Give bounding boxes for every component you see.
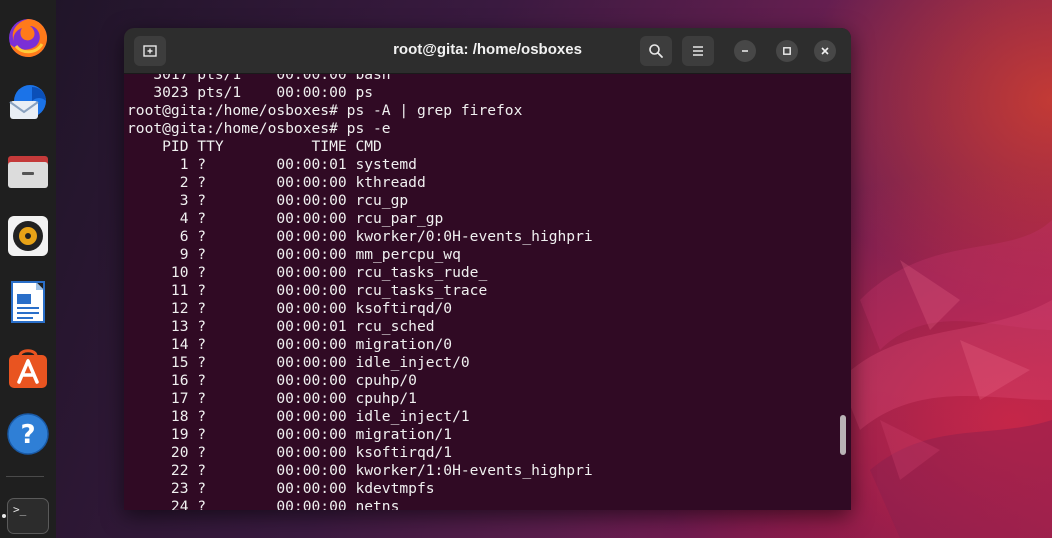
search-button[interactable]: [640, 36, 672, 66]
terminal-line: 12 ? 00:00:00 ksoftirqd/0: [127, 300, 453, 317]
terminal-line: 9 ? 00:00:00 mm_percpu_wq: [127, 246, 461, 263]
svg-text:?: ?: [20, 420, 35, 450]
files-icon: [8, 156, 48, 188]
terminal-line: 10 ? 00:00:00 rcu_tasks_rude_: [127, 264, 488, 281]
dock-item-rhythmbox[interactable]: [0, 208, 56, 264]
terminal-output: 3017 pts/1 00:00:00 bash 3023 pts/1 00:0…: [127, 74, 593, 510]
running-indicator: [2, 514, 6, 518]
ubuntu-software-icon: [9, 349, 47, 388]
terminal-line: 1 ? 00:00:01 systemd: [127, 156, 417, 173]
terminal-line: 20 ? 00:00:00 ksoftirqd/1: [127, 444, 453, 461]
rhythmbox-icon: [8, 216, 48, 256]
terminal-line: 22 ? 00:00:00 kworker/1:0H-events_highpr…: [127, 462, 593, 479]
minimize-icon: [742, 50, 748, 52]
close-icon: [821, 47, 829, 55]
hamburger-menu-icon: [693, 46, 703, 56]
terminal-line: 23 ? 00:00:00 kdevtmpfs: [127, 480, 435, 497]
new-tab-button[interactable]: [134, 36, 166, 66]
window-title: root@gita: /home/osboxes: [393, 41, 582, 58]
terminal-line: root@gita:/home/osboxes# ps -A | grep fi…: [127, 102, 523, 119]
scrollbar-thumb[interactable]: [840, 415, 846, 455]
terminal-line: 19 ? 00:00:00 migration/1: [127, 426, 453, 443]
dock-item-firefox[interactable]: [0, 10, 56, 66]
terminal-line: 18 ? 00:00:00 idle_inject/1: [127, 408, 470, 425]
terminal-icon: >_: [7, 498, 49, 534]
maximize-button[interactable]: [776, 40, 798, 62]
terminal-output-area[interactable]: 3017 pts/1 00:00:00 bash 3023 pts/1 00:0…: [124, 74, 851, 510]
dock-item-terminal[interactable]: >_: [0, 488, 56, 538]
search-icon: [649, 44, 663, 58]
terminal-line: 2 ? 00:00:00 kthreadd: [127, 174, 426, 191]
dock-item-libreoffice-writer[interactable]: [0, 274, 56, 330]
new-tab-icon: [143, 45, 157, 57]
terminal-line: PID TTY TIME CMD: [127, 138, 382, 155]
libreoffice-writer-icon: [11, 281, 45, 323]
terminal-line: root@gita:/home/osboxes# ps -e: [127, 120, 391, 137]
terminal-line: 13 ? 00:00:01 rcu_sched: [127, 318, 435, 335]
dock: ? >_: [0, 0, 56, 538]
maximize-icon: [783, 47, 791, 55]
minimize-button[interactable]: [734, 40, 756, 62]
dock-item-ubuntu-software[interactable]: [0, 340, 56, 396]
firefox-icon: [9, 18, 48, 57]
terminal-line: 14 ? 00:00:00 migration/0: [127, 336, 453, 353]
close-button[interactable]: [814, 40, 836, 62]
dock-item-thunderbird[interactable]: [0, 75, 56, 131]
terminal-line: 16 ? 00:00:00 cpuhp/0: [127, 372, 417, 389]
menu-button[interactable]: [682, 36, 714, 66]
terminal-line: 3017 pts/1 00:00:00 bash: [127, 74, 391, 83]
terminal-line: 17 ? 00:00:00 cpuhp/1: [127, 390, 417, 407]
thunderbird-icon: [9, 85, 46, 119]
dock-item-help[interactable]: ?: [0, 406, 56, 462]
dock-separator: [6, 476, 44, 477]
terminal-line: 15 ? 00:00:00 idle_inject/0: [127, 354, 470, 371]
titlebar[interactable]: root@gita: /home/osboxes: [124, 28, 851, 74]
terminal-line: 4 ? 00:00:00 rcu_par_gp: [127, 210, 444, 227]
terminal-line: 11 ? 00:00:00 rcu_tasks_trace: [127, 282, 488, 299]
terminal-window[interactable]: root@gita: /home/osboxes 3017 pts/1 00:0…: [124, 28, 851, 510]
terminal-line: 3023 pts/1 00:00:00 ps: [127, 84, 374, 101]
terminal-line: 3 ? 00:00:00 rcu_gp: [127, 192, 409, 209]
terminal-line: 6 ? 00:00:00 kworker/0:0H-events_highpri: [127, 228, 593, 245]
dock-item-files[interactable]: [0, 142, 56, 198]
help-icon: ?: [7, 413, 49, 455]
terminal-line: 24 ? 00:00:00 netns: [127, 498, 400, 510]
